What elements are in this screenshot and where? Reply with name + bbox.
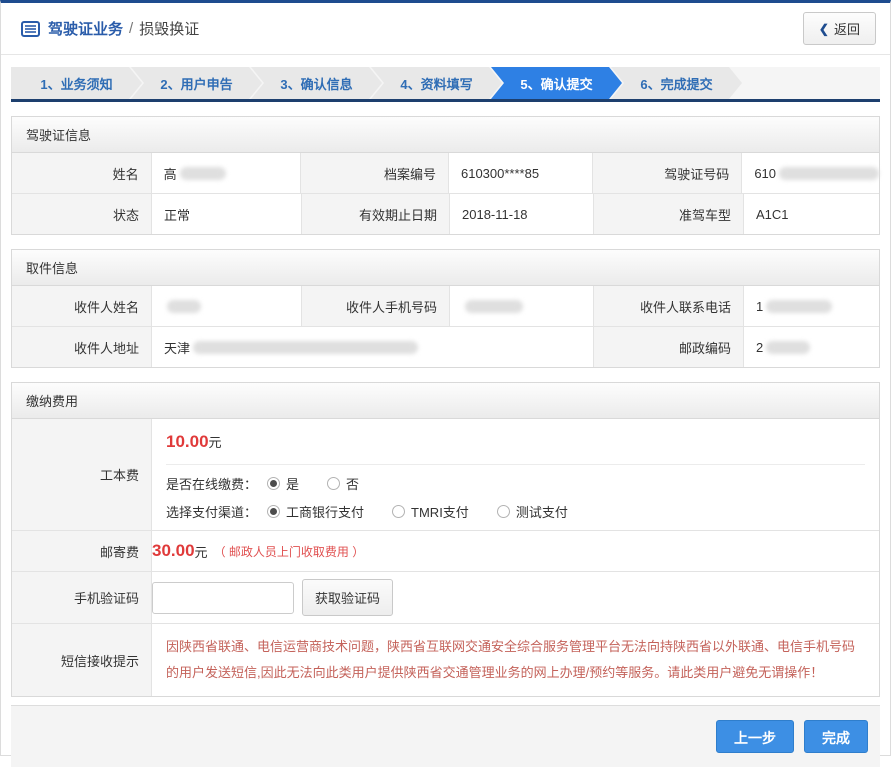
status-label: 状态 xyxy=(12,194,152,234)
address-label: 收件人地址 xyxy=(12,327,152,367)
redacted-recipient-phone xyxy=(766,300,832,313)
step-6-complete-submit[interactable]: 6、完成提交 xyxy=(611,67,742,99)
captcha-input[interactable] xyxy=(152,582,294,614)
expiry-value: 2018-11-18 xyxy=(450,194,594,234)
fees-section-title: 缴纳费用 xyxy=(12,383,879,419)
recipient-name-label: 收件人姓名 xyxy=(12,286,152,326)
back-button-label: 返回 xyxy=(834,19,860,38)
table-row: 收件人地址 天津 邮政编码 2 xyxy=(12,327,879,367)
breadcrumb: 驾驶证业务 / 损毁换证 xyxy=(21,18,199,39)
captcha-label: 手机验证码 xyxy=(12,572,152,623)
production-fee-label: 工本费 xyxy=(12,419,152,530)
mail-fee-unit: 元 xyxy=(195,542,208,561)
channel-test-label: 测试支付 xyxy=(516,502,568,521)
online-pay-no-label: 否 xyxy=(346,474,359,493)
license-info-section: 驾驶证信息 姓名 高 档案编号 610300****85 驾驶证号码 610 状… xyxy=(11,116,880,235)
step-4-fill-data[interactable]: 4、资料填写 xyxy=(371,67,502,99)
back-button[interactable]: ❮ 返回 xyxy=(803,12,876,45)
mail-fee-label: 邮寄费 xyxy=(12,531,152,571)
production-fee-amount-line: 10.00元 xyxy=(166,419,865,465)
channel-tmri-label: TMRI支付 xyxy=(411,502,469,521)
vehicle-type-label: 准驾车型 xyxy=(594,194,744,234)
online-pay-yes-label: 是 xyxy=(286,474,299,493)
mail-fee-note: （ 邮政人员上门收取费用 ） xyxy=(214,543,365,560)
redacted-address xyxy=(193,341,418,354)
mail-fee-amount: 30.00 xyxy=(152,541,195,561)
radio-unselected-icon[interactable] xyxy=(497,505,510,518)
table-row: 姓名 高 档案编号 610300****85 驾驶证号码 610 xyxy=(12,153,879,194)
recipient-phone-label: 收件人联系电话 xyxy=(594,286,744,326)
zip-value: 2 xyxy=(744,327,879,367)
redacted-recipient-mobile xyxy=(465,300,523,313)
fees-section: 缴纳费用 工本费 10.00元 是否在线缴费： 是 否 选择支付渠道： xyxy=(11,382,880,697)
radio-unselected-icon[interactable] xyxy=(392,505,405,518)
previous-step-button[interactable]: 上一步 xyxy=(716,720,794,753)
captcha-row: 手机验证码 获取验证码 xyxy=(12,572,879,624)
license-no-label: 驾驶证号码 xyxy=(593,153,743,193)
file-no-label: 档案编号 xyxy=(301,153,449,193)
step-3-confirm-info[interactable]: 3、确认信息 xyxy=(251,67,382,99)
online-pay-radio-group: 是否在线缴费： 是 否 xyxy=(166,474,865,493)
expiry-label: 有效期止日期 xyxy=(302,194,450,234)
app-title: 驾驶证业务 xyxy=(48,18,123,39)
pickup-section-title: 取件信息 xyxy=(12,250,879,286)
radio-unselected-icon[interactable] xyxy=(327,477,340,490)
online-pay-yes-option[interactable]: 是 xyxy=(267,474,299,493)
recipient-mobile-value xyxy=(450,286,594,326)
license-form-icon xyxy=(21,21,40,37)
footer-action-bar: 上一步 完成 xyxy=(11,705,880,767)
license-no-value: 610 xyxy=(742,153,879,193)
page-title: 损毁换证 xyxy=(139,18,199,39)
pickup-info-section: 取件信息 收件人姓名 收件人手机号码 收件人联系电话 1 收件人地址 天津 邮政… xyxy=(11,249,880,368)
license-section-title: 驾驶证信息 xyxy=(12,117,879,153)
production-fee-amount: 10.00 xyxy=(166,432,209,451)
radio-selected-icon[interactable] xyxy=(267,505,280,518)
status-value: 正常 xyxy=(152,194,302,234)
mail-fee-row: 邮寄费 30.00元 （ 邮政人员上门收取费用 ） xyxy=(12,531,879,572)
vehicle-type-value: A1C1 xyxy=(744,194,879,234)
sms-notice-row: 短信接收提示 因陕西省联通、电信运营商技术问题，陕西省互联网交通安全综合服务管理… xyxy=(12,624,879,696)
name-value: 高 xyxy=(152,153,302,193)
redacted-name xyxy=(180,167,226,180)
recipient-phone-value: 1 xyxy=(744,286,879,326)
step-2-user-declaration[interactable]: 2、用户申告 xyxy=(131,67,262,99)
mail-fee-content: 30.00元 （ 邮政人员上门收取费用 ） xyxy=(152,531,879,571)
channel-icbc-option[interactable]: 工商银行支付 xyxy=(267,502,364,521)
production-fee-content: 10.00元 是否在线缴费： 是 否 选择支付渠道： 工商银行支付 xyxy=(152,419,879,530)
zip-label: 邮政编码 xyxy=(594,327,744,367)
address-value: 天津 xyxy=(152,327,594,367)
production-fee-unit: 元 xyxy=(209,435,222,450)
recipient-mobile-label: 收件人手机号码 xyxy=(302,286,450,326)
recipient-name-value xyxy=(152,286,302,326)
redacted-zip xyxy=(766,341,810,354)
top-bar: 驾驶证业务 / 损毁换证 ❮ 返回 xyxy=(1,3,890,55)
get-captcha-button[interactable]: 获取验证码 xyxy=(302,579,393,616)
captcha-content: 获取验证码 xyxy=(152,572,879,623)
redacted-recipient-name xyxy=(167,300,201,313)
sms-notice-label: 短信接收提示 xyxy=(12,624,152,696)
finish-button[interactable]: 完成 xyxy=(804,720,868,753)
production-fee-row: 工本费 10.00元 是否在线缴费： 是 否 选择支付渠道： xyxy=(12,419,879,531)
pay-channel-label: 选择支付渠道： xyxy=(166,502,257,521)
online-pay-label: 是否在线缴费： xyxy=(166,474,257,493)
breadcrumb-divider: / xyxy=(129,20,133,37)
name-label: 姓名 xyxy=(12,153,152,193)
radio-selected-icon[interactable] xyxy=(267,477,280,490)
back-chevron-icon: ❮ xyxy=(819,22,829,36)
pay-channel-radio-group: 选择支付渠道： 工商银行支付 TMRI支付 测试支付 xyxy=(166,502,865,521)
table-row: 收件人姓名 收件人手机号码 收件人联系电话 1 xyxy=(12,286,879,327)
channel-icbc-label: 工商银行支付 xyxy=(286,502,364,521)
step-5-confirm-submit-active[interactable]: 5、确认提交 xyxy=(491,67,622,99)
step-progress-bar: 1、业务须知 2、用户申告 3、确认信息 4、资料填写 5、确认提交 6、完成提… xyxy=(11,67,880,102)
channel-test-option[interactable]: 测试支付 xyxy=(497,502,568,521)
sms-notice-text: 因陕西省联通、电信运营商技术问题，陕西省互联网交通安全综合服务管理平台无法向持陕… xyxy=(166,624,865,696)
sms-notice-content: 因陕西省联通、电信运营商技术问题，陕西省互联网交通安全综合服务管理平台无法向持陕… xyxy=(152,624,879,696)
table-row: 状态 正常 有效期止日期 2018-11-18 准驾车型 A1C1 xyxy=(12,194,879,234)
step-1-business-notice[interactable]: 1、业务须知 xyxy=(11,67,142,99)
channel-tmri-option[interactable]: TMRI支付 xyxy=(392,502,469,521)
online-pay-no-option[interactable]: 否 xyxy=(327,474,359,493)
file-no-value: 610300****85 xyxy=(449,153,593,193)
redacted-license-no xyxy=(779,167,879,180)
